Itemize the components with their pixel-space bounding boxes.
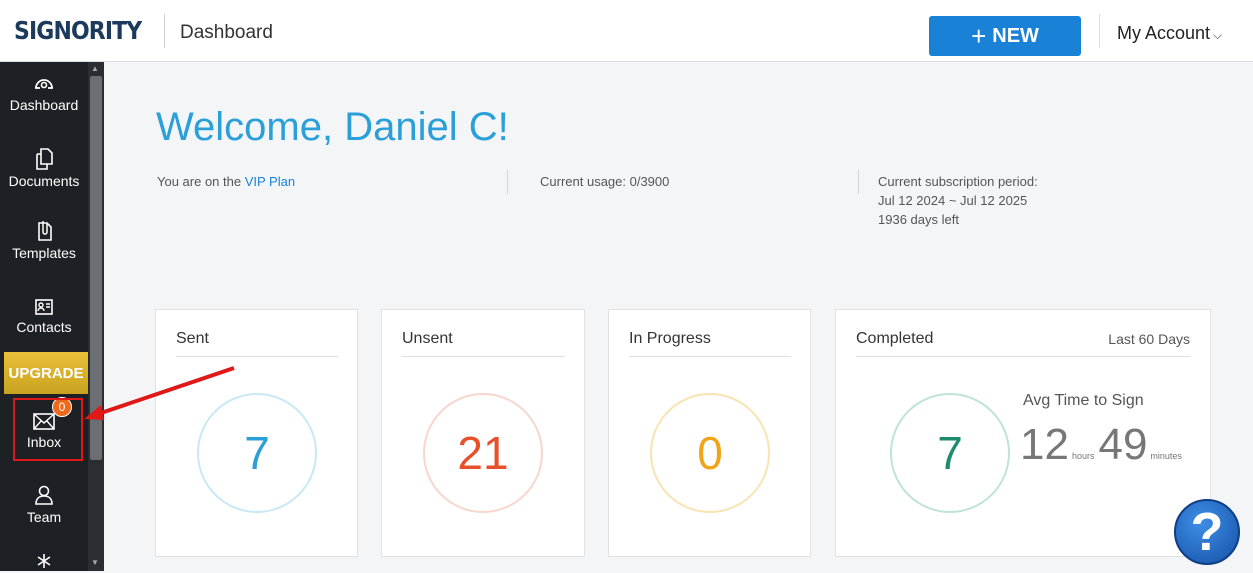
help-button[interactable]: ? [1174, 499, 1240, 565]
annotation-arrow [84, 366, 235, 420]
